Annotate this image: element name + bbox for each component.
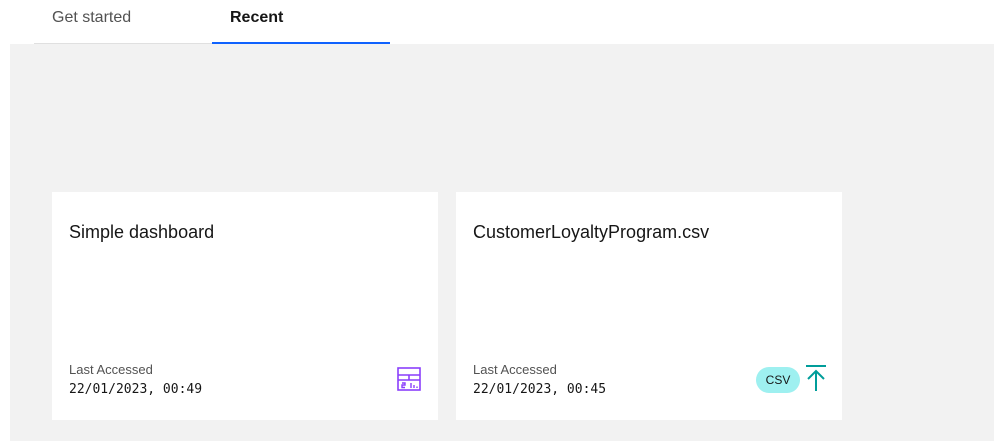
tab-bar: Get started Recent bbox=[0, 0, 994, 44]
upload-icon bbox=[806, 365, 826, 391]
last-accessed-label: Last Accessed bbox=[69, 362, 153, 377]
tab-label: Get started bbox=[52, 9, 132, 26]
card-title: CustomerLoyaltyProgram.csv bbox=[473, 222, 710, 242]
tab-label: Recent bbox=[230, 9, 284, 26]
file-type-badge: CSV bbox=[756, 367, 800, 393]
dashboard-icon bbox=[397, 367, 421, 391]
recent-item-card[interactable]: CustomerLoyaltyProgram.csv Last Accessed… bbox=[456, 192, 842, 420]
last-accessed-date: 22/01/2023, 00:49 bbox=[69, 382, 203, 397]
recent-item-card[interactable]: Simple dashboard Last Accessed 22/01/202… bbox=[52, 192, 438, 420]
last-accessed-label: Last Accessed bbox=[473, 362, 557, 377]
last-accessed-date: 22/01/2023, 00:45 bbox=[473, 382, 607, 397]
tab-get-started[interactable]: Get started bbox=[34, 0, 212, 44]
card-title: Simple dashboard bbox=[69, 222, 215, 242]
tab-recent[interactable]: Recent bbox=[212, 0, 390, 44]
recent-items-panel: Simple dashboard Last Accessed 22/01/202… bbox=[10, 44, 994, 441]
